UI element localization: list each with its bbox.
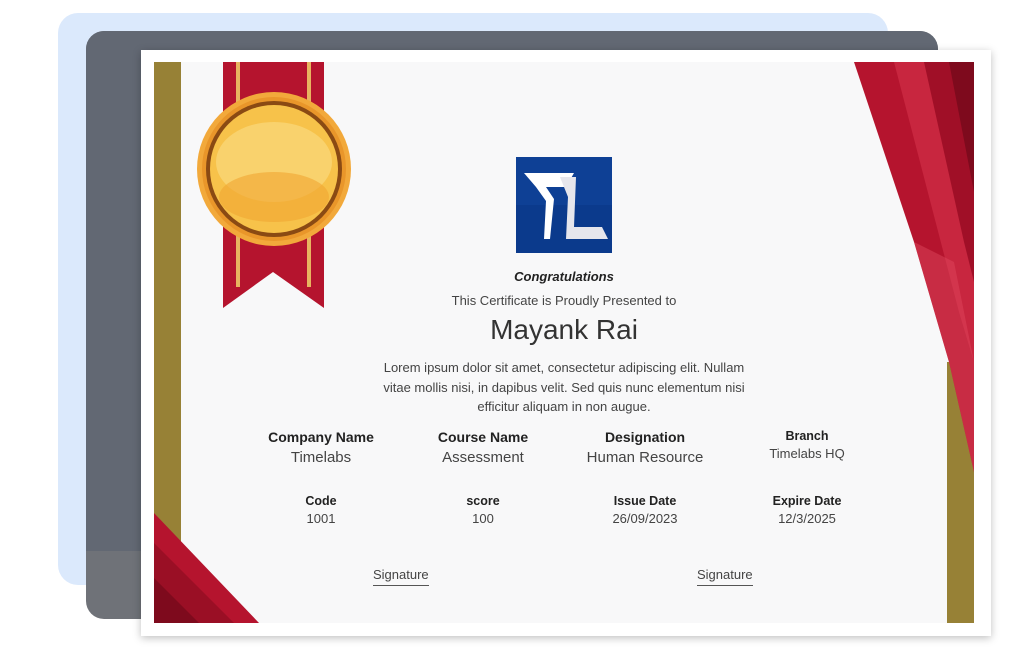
course-field: Course Name Assessment: [403, 429, 563, 466]
issue-date-value: 26/09/2023: [612, 511, 678, 526]
designation-label: Designation: [604, 429, 686, 445]
branch-field: Branch Timelabs HQ: [727, 429, 887, 461]
branch-label: Branch: [785, 429, 829, 443]
expire-date-label: Expire Date: [772, 494, 842, 508]
company-field: Company Name Timelabs: [241, 429, 401, 466]
timelabs-logo: [516, 157, 612, 253]
score-value: 100: [472, 511, 494, 526]
red-corner-bottom-left: [154, 513, 259, 623]
score-field: score 100: [403, 494, 563, 526]
code-label: Code: [305, 494, 337, 508]
expire-date-value: 12/3/2025: [778, 511, 836, 526]
company-value: Timelabs: [290, 449, 352, 466]
expire-date-field: Expire Date 12/3/2025: [727, 494, 887, 526]
designation-field: Designation Human Resource: [565, 429, 725, 466]
presented-text: This Certificate is Proudly Presented to: [451, 293, 677, 308]
score-label: score: [466, 494, 500, 508]
course-label: Course Name: [437, 429, 529, 445]
red-corner-top-right: [854, 62, 974, 472]
company-label: Company Name: [268, 429, 374, 445]
description-text: Lorem ipsum dolor sit amet, consectetur …: [383, 360, 745, 414]
course-value: Assessment: [442, 449, 524, 466]
certificate-card: Congratulations This Certificate is Prou…: [141, 50, 991, 636]
designation-value: Human Resource: [586, 449, 704, 466]
certificate: Congratulations This Certificate is Prou…: [154, 62, 974, 623]
code-field: Code 1001: [241, 494, 401, 526]
issue-date-label: Issue Date: [613, 494, 677, 508]
signature-right: Signature: [697, 567, 753, 586]
issue-date-field: Issue Date 26/09/2023: [565, 494, 725, 526]
recipient-name: Mayank Rai: [490, 314, 638, 345]
signature-left: Signature: [373, 567, 429, 586]
code-value: 1001: [306, 511, 336, 526]
congratulations-text: Congratulations: [514, 269, 614, 284]
branch-value: Timelabs HQ: [769, 446, 845, 461]
